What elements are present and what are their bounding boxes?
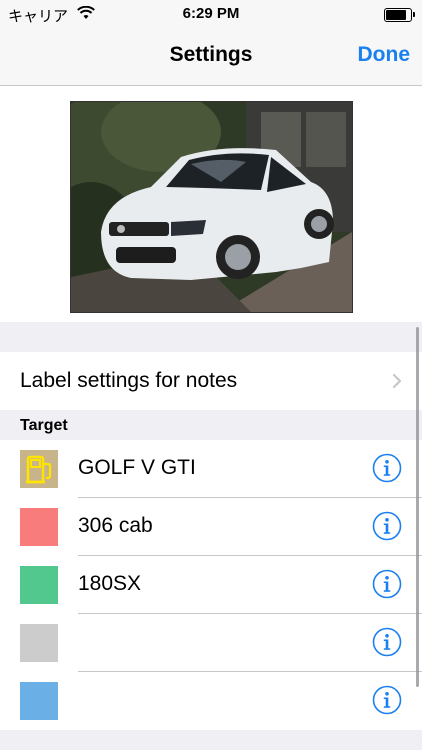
list-item[interactable]: 180SX (0, 556, 422, 614)
section-header-target: Target (20, 417, 68, 434)
color-swatch (20, 624, 58, 662)
list-item[interactable]: GOLF V GTI (0, 440, 422, 498)
info-icon[interactable] (372, 569, 402, 599)
label-settings-label: Label settings for notes (20, 369, 238, 392)
car-photo[interactable] (70, 101, 353, 313)
fuel-pump-icon (26, 455, 52, 484)
photo-section (0, 86, 422, 322)
status-time: 6:29 PM (182, 5, 240, 22)
chevron-right-icon (392, 373, 402, 389)
target-list: GOLF V GTI 306 cab 180SX (0, 440, 422, 730)
info-icon[interactable] (372, 685, 402, 715)
color-swatch (20, 450, 58, 488)
color-swatch (20, 682, 58, 720)
list-item[interactable] (0, 672, 422, 730)
label-settings-row[interactable]: Label settings for notes (0, 352, 422, 410)
scrollbar[interactable] (416, 327, 419, 687)
car-image (71, 102, 352, 312)
list-item[interactable] (0, 614, 422, 672)
color-swatch (20, 566, 58, 604)
done-button[interactable]: Done (358, 43, 411, 67)
info-icon[interactable] (372, 511, 402, 541)
info-icon[interactable] (372, 453, 402, 483)
status-bar: キャリア 6:29 PM (0, 0, 422, 30)
color-swatch (20, 508, 58, 546)
navigation-bar: Settings Done (0, 30, 422, 86)
info-icon[interactable] (372, 627, 402, 657)
target-name: 306 cab (78, 514, 153, 537)
list-item[interactable]: 306 cab (0, 498, 422, 556)
target-name: GOLF V GTI (78, 456, 196, 479)
battery-icon (384, 8, 415, 22)
target-name: 180SX (78, 572, 142, 595)
